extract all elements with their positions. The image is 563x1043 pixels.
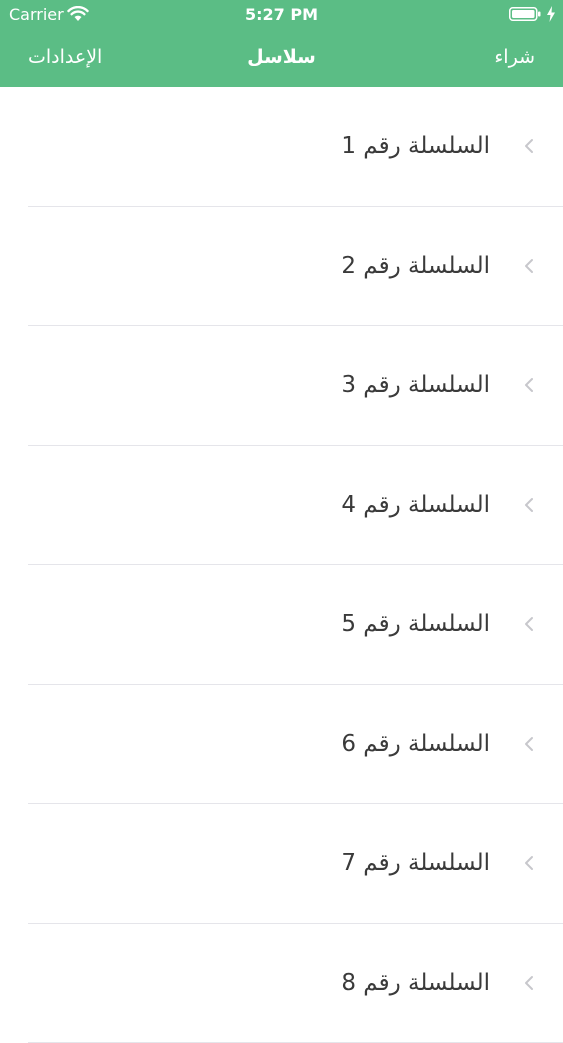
series-row-label: السلسلة رقم 2: [341, 250, 490, 282]
series-row-label: السلسلة رقم 1: [341, 130, 490, 162]
series-row-6[interactable]: السلسلة رقم 6: [28, 685, 563, 805]
chevron-left-icon: [524, 377, 534, 393]
battery-icon: [509, 7, 541, 21]
chevron-left-icon: [524, 975, 534, 991]
series-row-label: السلسلة رقم 6: [341, 728, 490, 760]
chevron-left-icon: [524, 138, 534, 154]
series-row-3[interactable]: السلسلة رقم 3: [28, 326, 563, 446]
navigation-bar: الإعدادات سلاسل شراء: [0, 30, 563, 87]
series-row-1[interactable]: السلسلة رقم 1: [28, 87, 563, 207]
purchase-button[interactable]: شراء: [494, 44, 535, 70]
status-time: 5:27 PM: [0, 5, 563, 25]
series-row-label: السلسلة رقم 8: [341, 967, 490, 999]
chevron-left-icon: [524, 736, 534, 752]
header: Carrier 5:27 PM الإعدادات سلاسل شراء: [0, 0, 563, 87]
series-row-8[interactable]: السلسلة رقم 8: [28, 924, 563, 1043]
chevron-left-icon: [524, 855, 534, 871]
chevron-left-icon: [524, 497, 534, 513]
series-row-5[interactable]: السلسلة رقم 5: [28, 565, 563, 685]
chevron-left-icon: [524, 616, 534, 632]
series-row-label: السلسلة رقم 4: [341, 489, 490, 521]
charging-bolt-icon: [546, 6, 556, 22]
series-list: السلسلة رقم 1 السلسلة رقم 2 السلسلة رقم …: [0, 87, 563, 1043]
chevron-left-icon: [524, 258, 534, 274]
series-row-label: السلسلة رقم 5: [341, 608, 490, 640]
series-row-4[interactable]: السلسلة رقم 4: [28, 446, 563, 566]
series-row-2[interactable]: السلسلة رقم 2: [28, 207, 563, 327]
series-row-label: السلسلة رقم 3: [341, 369, 490, 401]
series-row-label: السلسلة رقم 7: [341, 847, 490, 879]
status-bar: Carrier 5:27 PM: [0, 0, 563, 30]
series-row-7[interactable]: السلسلة رقم 7: [28, 804, 563, 924]
page-title: سلاسل: [0, 44, 563, 70]
